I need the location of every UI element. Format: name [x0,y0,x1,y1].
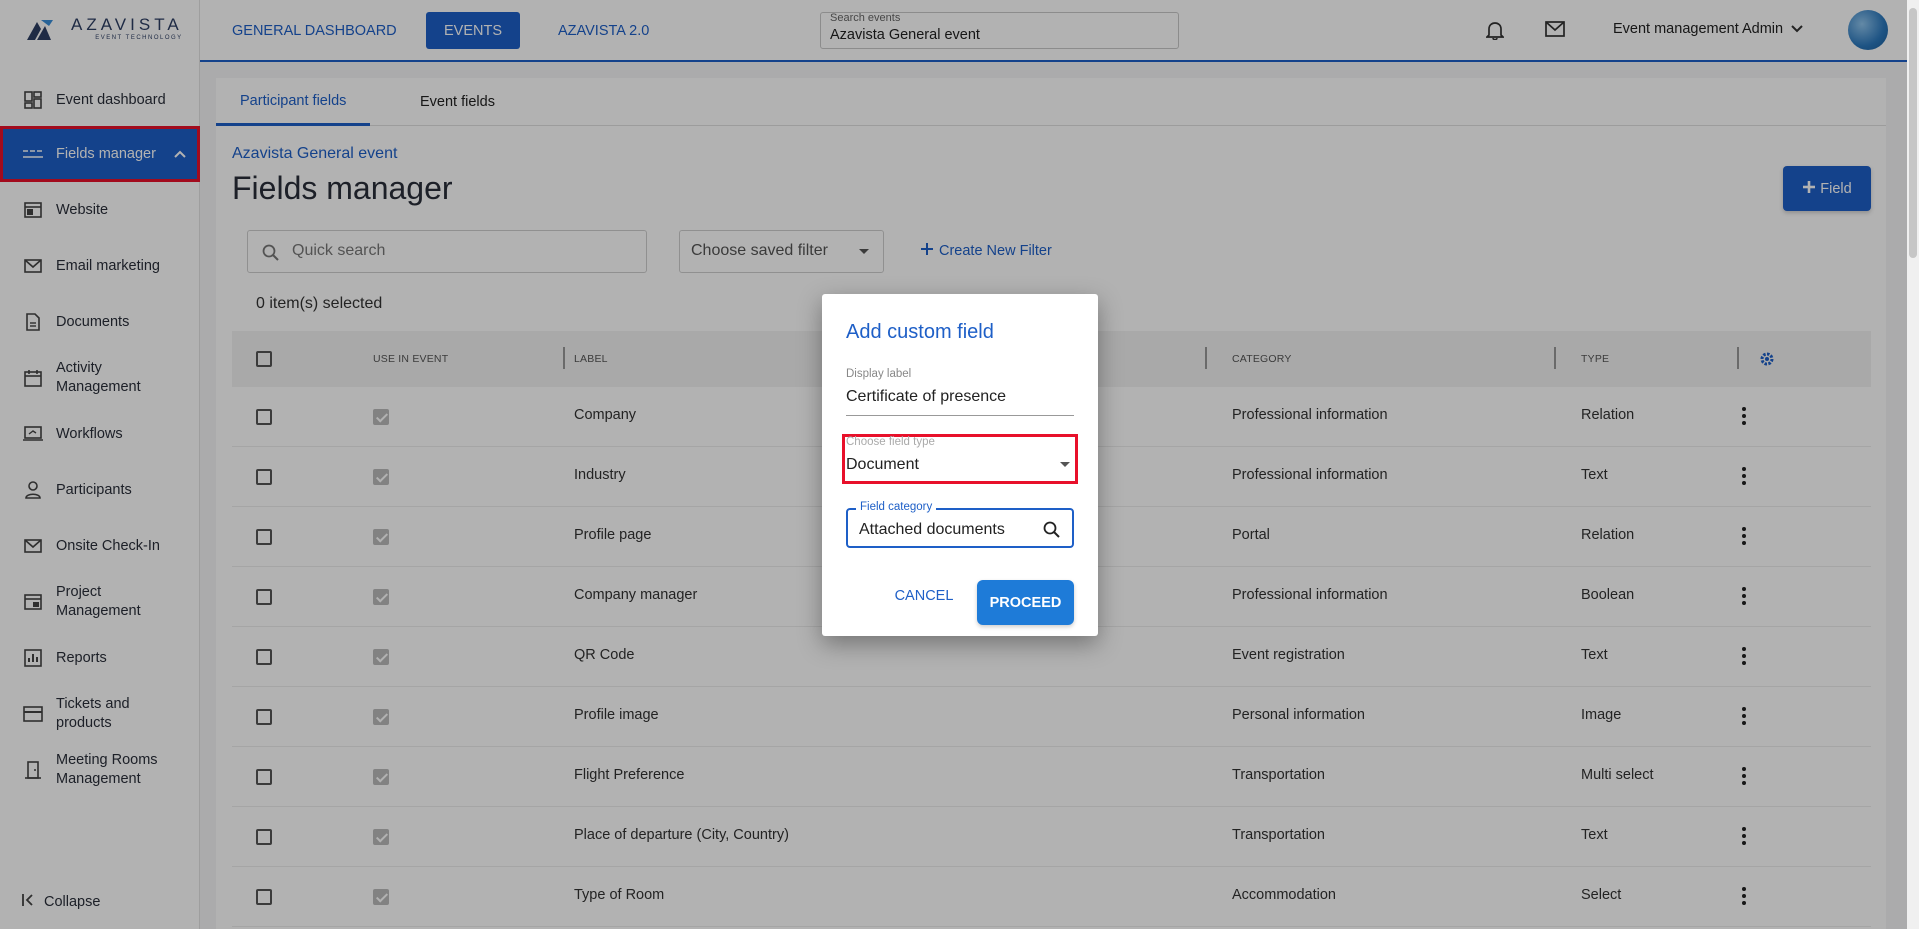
field-category-value: Attached documents [859,521,1005,538]
page-scrollbar[interactable] [1907,0,1919,929]
dropdown-arrow-icon[interactable] [1060,462,1070,467]
display-label-underline [846,415,1074,416]
display-label-label: Display label [846,368,912,380]
field-type-select[interactable]: Document [846,456,919,474]
field-category-label: Field category [856,501,937,513]
search-icon[interactable] [1043,521,1060,543]
scroll-thumb[interactable] [1909,8,1917,258]
field-type-label: Choose field type [846,436,935,448]
add-custom-field-dialog: Add custom field Display label Certifica… [822,294,1098,636]
field-category-input[interactable]: Field category Attached documents [846,501,1074,548]
dialog-title: Add custom field [846,321,994,343]
display-label-input[interactable]: Certificate of presence [846,388,1006,406]
proceed-button[interactable]: PROCEED [977,580,1074,625]
cancel-button[interactable]: CANCEL [888,581,960,611]
